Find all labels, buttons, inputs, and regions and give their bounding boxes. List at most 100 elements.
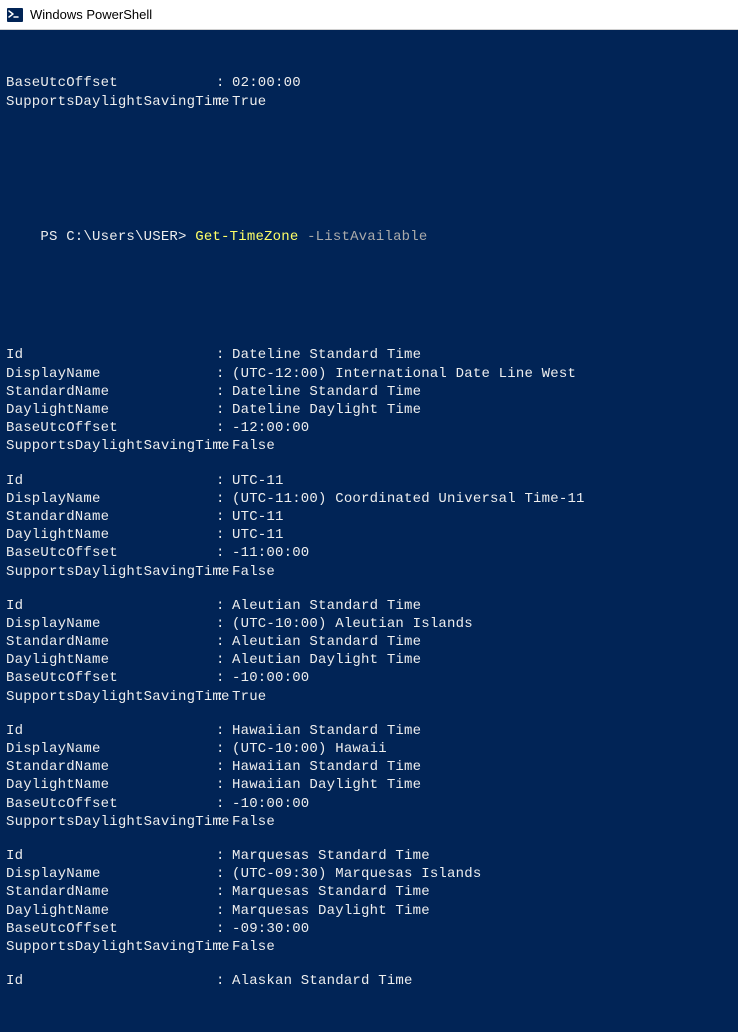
output-value: Marquesas Standard Time [232, 883, 732, 901]
output-key: Id [6, 722, 216, 740]
output-row: StandardName: Dateline Standard Time [6, 383, 732, 401]
output-value: False [232, 938, 732, 956]
output-row: BaseUtcOffset: -09:30:00 [6, 920, 732, 938]
output-key: DaylightName [6, 776, 216, 794]
output-value: 02:00:00 [232, 74, 732, 92]
output-value: (UTC-11:00) Coordinated Universal Time-1… [232, 490, 732, 508]
output-value: UTC-11 [232, 526, 732, 544]
output-key: SupportsDaylightSavingTime [6, 93, 216, 111]
output-row: SupportsDaylightSavingTime: True [6, 688, 732, 706]
output-row: DaylightName: Aleutian Daylight Time [6, 651, 732, 669]
output-row: StandardName: UTC-11 [6, 508, 732, 526]
output-key: SupportsDaylightSavingTime [6, 437, 216, 455]
output-value: -10:00:00 [232, 669, 732, 687]
output-row: BaseUtcOffset: -12:00:00 [6, 419, 732, 437]
output-value: True [232, 688, 732, 706]
output-row: SupportsDaylightSavingTime: False [6, 437, 732, 455]
output-sep: : [216, 526, 232, 544]
output-row: DaylightName: Dateline Daylight Time [6, 401, 732, 419]
output-key: StandardName [6, 508, 216, 526]
output-value: Marquesas Standard Time [232, 847, 732, 865]
output-key: StandardName [6, 883, 216, 901]
output-key: DaylightName [6, 526, 216, 544]
output-value: Alaskan Standard Time [232, 972, 732, 990]
output-value: UTC-11 [232, 472, 732, 490]
output-row: Id: Hawaiian Standard Time [6, 722, 732, 740]
output-key: SupportsDaylightSavingTime [6, 938, 216, 956]
output-sep: : [216, 651, 232, 669]
output-key: StandardName [6, 383, 216, 401]
output-key: StandardName [6, 758, 216, 776]
terminal-output[interactable]: BaseUtcOffset: 02:00:00 SupportsDaylightS… [0, 30, 738, 1032]
output-sep: : [216, 865, 232, 883]
window-title: Windows PowerShell [30, 7, 152, 22]
output-row: StandardName: Marquesas Standard Time [6, 883, 732, 901]
timezone-record: Id: UTC-11DisplayName: (UTC-11:00) Coord… [6, 472, 732, 581]
output-row: SupportsDaylightSavingTime: False [6, 938, 732, 956]
output-key: BaseUtcOffset [6, 795, 216, 813]
prompt-line: PS C:\Users\USER> Get-TimeZone -ListAvai… [6, 209, 732, 264]
output-sep: : [216, 669, 232, 687]
output-sep: : [216, 938, 232, 956]
output-key: Id [6, 597, 216, 615]
output-key: SupportsDaylightSavingTime [6, 813, 216, 831]
output-value: Hawaiian Daylight Time [232, 776, 732, 794]
output-value: Hawaiian Standard Time [232, 758, 732, 776]
output-key: DisplayName [6, 865, 216, 883]
output-sep: : [216, 597, 232, 615]
output-sep: : [216, 758, 232, 776]
output-sep: : [216, 740, 232, 758]
output-row: BaseUtcOffset: -11:00:00 [6, 544, 732, 562]
output-key: BaseUtcOffset [6, 920, 216, 938]
timezone-record: Id: Hawaiian Standard TimeDisplayName: (… [6, 722, 732, 831]
output-key: BaseUtcOffset [6, 669, 216, 687]
preamble-record: BaseUtcOffset: 02:00:00 SupportsDaylightS… [6, 74, 732, 110]
powershell-icon [6, 6, 24, 24]
output-sep: : [216, 383, 232, 401]
output-value: (UTC-10:00) Hawaii [232, 740, 732, 758]
output-row: StandardName: Hawaiian Standard Time [6, 758, 732, 776]
output-value: (UTC-10:00) Aleutian Islands [232, 615, 732, 633]
output-value: Hawaiian Standard Time [232, 722, 732, 740]
output-key: DaylightName [6, 401, 216, 419]
output-row: DisplayName: (UTC-09:30) Marquesas Islan… [6, 865, 732, 883]
output-row: DisplayName: (UTC-10:00) Hawaii [6, 740, 732, 758]
output-value: -10:00:00 [232, 795, 732, 813]
output-key: SupportsDaylightSavingTime [6, 688, 216, 706]
window-titlebar[interactable]: Windows PowerShell [0, 0, 738, 30]
output-row: BaseUtcOffset: -10:00:00 [6, 669, 732, 687]
output-row: Id: Dateline Standard Time [6, 346, 732, 364]
output-sep: : [216, 346, 232, 364]
output-value: Dateline Standard Time [232, 346, 732, 364]
output-key: Id [6, 972, 216, 990]
output-value: Dateline Standard Time [232, 383, 732, 401]
command-text: Get-TimeZone [195, 229, 307, 245]
output-row: SupportsDaylightSavingTime: False [6, 563, 732, 581]
command-parameter: -ListAvailable [307, 229, 427, 245]
output-records: Id: Dateline Standard Time DisplayName: (… [6, 346, 732, 990]
output-sep: : [216, 722, 232, 740]
output-value: -12:00:00 [232, 419, 732, 437]
output-value: (UTC-12:00) International Date Line West [232, 365, 732, 383]
output-key: Id [6, 847, 216, 865]
output-key: DaylightName [6, 651, 216, 669]
output-value: False [232, 437, 732, 455]
timezone-record: Id: Marquesas Standard TimeDisplayName: … [6, 847, 732, 956]
output-key: Id [6, 472, 216, 490]
output-key: DisplayName [6, 615, 216, 633]
output-key: DisplayName [6, 740, 216, 758]
output-row: DisplayName: (UTC-11:00) Coordinated Uni… [6, 490, 732, 508]
output-value: Aleutian Daylight Time [232, 651, 732, 669]
output-key: DisplayName [6, 490, 216, 508]
output-sep: : [216, 902, 232, 920]
output-value: False [232, 813, 732, 831]
output-row: DaylightName: Marquesas Daylight Time [6, 902, 732, 920]
output-row: Id: Marquesas Standard Time [6, 847, 732, 865]
output-key: Id [6, 346, 216, 364]
output-value: Aleutian Standard Time [232, 633, 732, 651]
output-row: DaylightName: UTC-11 [6, 526, 732, 544]
output-key: BaseUtcOffset [6, 74, 216, 92]
output-sep: : [216, 74, 232, 92]
output-row: DisplayName: (UTC-10:00) Aleutian Island… [6, 615, 732, 633]
output-row: DaylightName: Hawaiian Daylight Time [6, 776, 732, 794]
